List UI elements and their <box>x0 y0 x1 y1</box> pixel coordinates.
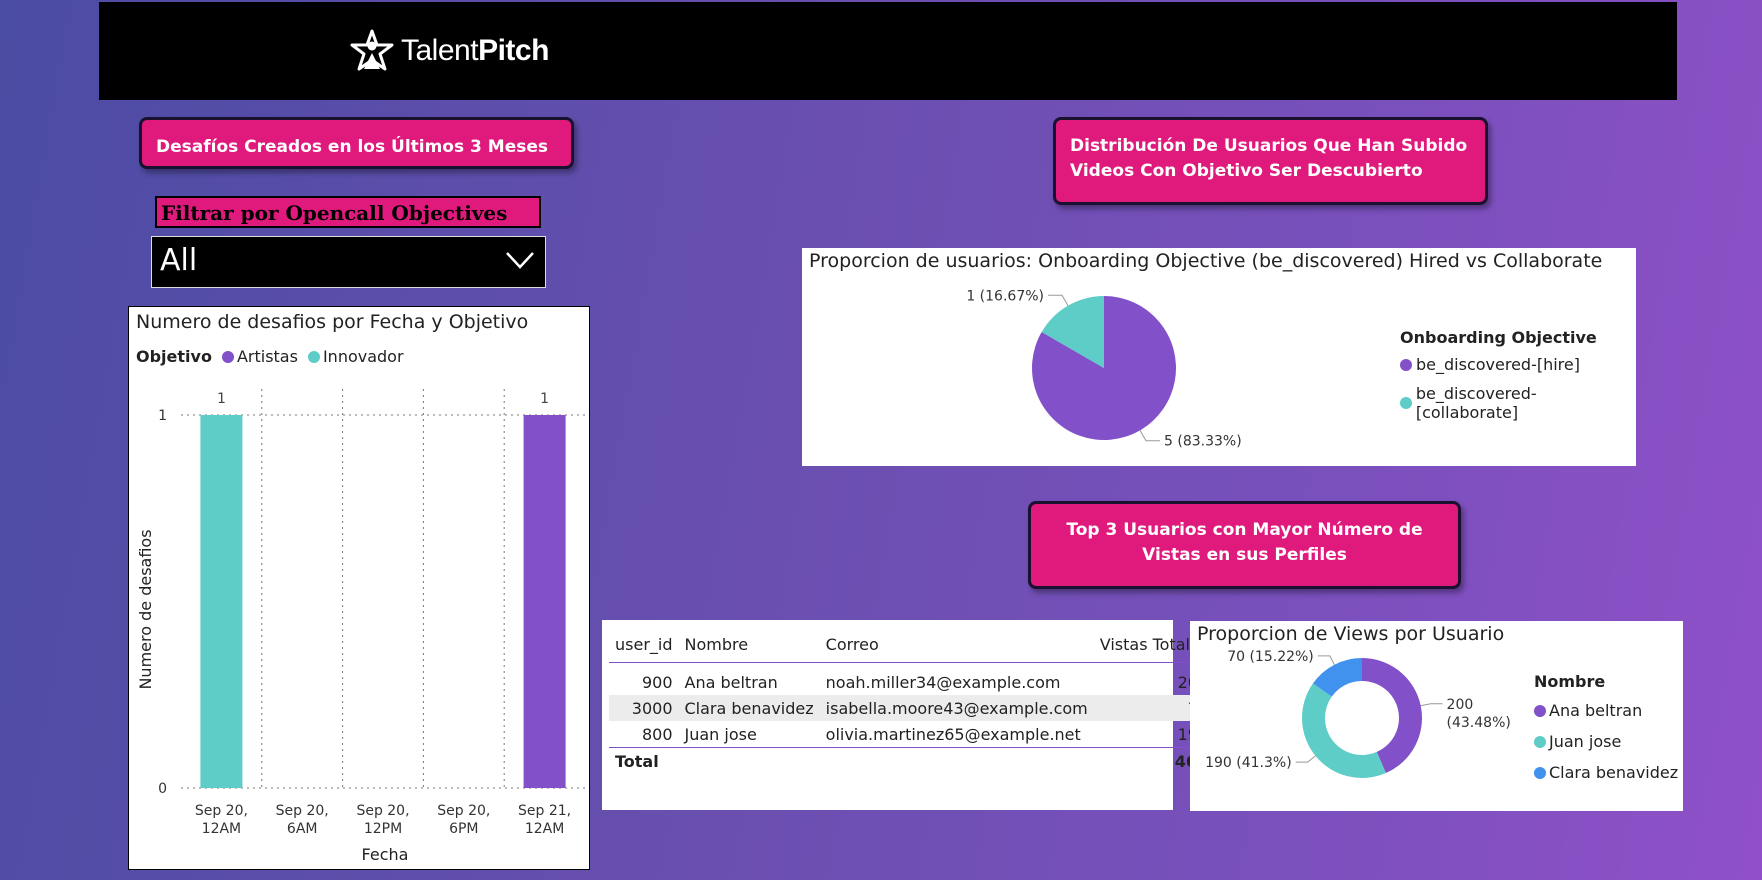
donut-legend-item: Clara benavidez <box>1534 757 1678 788</box>
chevron-down-icon <box>506 252 534 269</box>
cell-user-id: 800 <box>641 724 673 744</box>
x-tick-label: Sep 20, 6PM <box>437 803 490 837</box>
section-title-distribucion: Distribución De Usuarios Que Han Subido … <box>1053 117 1488 205</box>
brand-bold: Pitch <box>478 34 549 67</box>
legend-dot-collaborate <box>1400 397 1412 409</box>
section-title-top3: Top 3 Usuarios con Mayor Número de Vista… <box>1028 501 1461 589</box>
column-header-nombre[interactable]: Nombre <box>679 626 820 663</box>
pie-legend: Onboarding Objective be_discovered-[hire… <box>1400 328 1636 422</box>
x-axis-label: Fecha <box>362 845 409 864</box>
cell-correo: olivia.martinez65@example.net <box>825 724 1081 744</box>
top-users-table: user_id Nombre Correo Vistas Totales 900… <box>609 626 1215 775</box>
donut-leader-line <box>1295 755 1316 763</box>
column-header-correo[interactable]: Correo <box>820 626 1094 663</box>
cell-correo: isabella.moore43@example.com <box>825 698 1088 718</box>
x-tick-label: Sep 20, 12AM <box>195 803 248 837</box>
pie-leader-line <box>1139 430 1160 442</box>
donut-legend: Nombre Ana beltran Juan jose Clara benav… <box>1534 672 1678 788</box>
pie-legend-item: be_discovered-[hire] <box>1400 355 1636 374</box>
filter-label: Filtrar por Opencall Objectives <box>155 196 541 228</box>
legend-label-ana: Ana beltran <box>1549 701 1643 720</box>
cell-nombre: Juan jose <box>684 724 757 744</box>
cell-user-id: 900 <box>641 672 673 692</box>
donut-data-label: 70 (15.22%) <box>1227 649 1314 665</box>
donut-slice <box>1302 683 1386 778</box>
bar <box>523 415 566 788</box>
brand-light: Talent <box>401 34 479 67</box>
bar-data-label: 1 <box>540 391 549 407</box>
table-header-row: user_id Nombre Correo Vistas Totales <box>609 626 1215 663</box>
legend-label-juan: Juan jose <box>1549 732 1622 751</box>
donut-leader-line <box>1420 703 1443 707</box>
donut-legend-item: Juan jose <box>1534 726 1678 757</box>
pie-legend-item: be_discovered-[collaborate] <box>1400 384 1636 422</box>
pie-data-label: 1 (16.67%) <box>966 288 1044 304</box>
donut-legend-title: Nombre <box>1534 672 1606 691</box>
cell-nombre: Clara benavidez <box>684 698 814 718</box>
brand-name: TalentPitch <box>401 34 549 68</box>
x-tick-label: Sep 20, 12PM <box>356 803 409 837</box>
dropdown-value: All <box>160 243 198 278</box>
total-label: Total <box>615 751 659 771</box>
donut-chart-panel: Proporcion de Views por Usuario 200 (43.4… <box>1190 621 1683 811</box>
table-row[interactable]: 900 Ana beltran noah.miller34@example.co… <box>609 669 1214 695</box>
donut-data-label: 200 (43.48%) <box>1447 697 1511 731</box>
bar-chart-panel: Numero de desafios por Fecha y Objetivo … <box>128 306 590 870</box>
donut-leader-line <box>1317 655 1335 665</box>
legend-dot-hire <box>1400 358 1412 371</box>
cell-nombre: Ana beltran <box>684 672 778 692</box>
brand-logo: TalentPitch <box>349 26 549 76</box>
legend-dot-ana <box>1534 704 1546 717</box>
star-person-icon <box>350 29 394 71</box>
pie-leader-line <box>1048 294 1069 306</box>
legend-label-clara: Clara benavidez <box>1549 763 1679 782</box>
objective-dropdown[interactable]: All <box>151 236 546 288</box>
table-row[interactable]: 3000 Clara benavidez isabella.moore43@ex… <box>609 695 1215 721</box>
x-tick-label: Sep 21, 12AM <box>518 803 571 837</box>
cell-correo: noah.miller34@example.com <box>825 672 1061 692</box>
table-total-row: Total 460 <box>609 747 1215 775</box>
bar-data-label: 1 <box>217 391 226 407</box>
y-axis-label: Numero de desafios <box>136 529 155 689</box>
header-bar: TalentPitch <box>99 2 1677 100</box>
column-header-user-id[interactable]: user_id <box>609 626 679 663</box>
top-users-table-panel: user_id Nombre Correo Vistas Totales 900… <box>602 620 1215 810</box>
legend-dot-clara <box>1534 766 1546 779</box>
bar <box>200 415 243 788</box>
pie-chart-panel: Proporcion de usuarios: Onboarding Objec… <box>802 248 1636 466</box>
section-title-desafios: Desafíos Creados en los Últimos 3 Meses <box>139 117 574 169</box>
donut-data-label: 190 (41.3%) <box>1205 755 1292 771</box>
table-row[interactable]: 800 Juan jose olivia.martinez65@example.… <box>609 721 1214 748</box>
pie-data-label: 5 (83.33%) <box>1164 434 1242 450</box>
y-tick-label: 1 <box>158 408 167 424</box>
legend-label-collaborate: be_discovered-[collaborate] <box>1415 384 1537 422</box>
cell-user-id: 3000 <box>631 698 673 718</box>
legend-label-hire: be_discovered-[hire] <box>1416 355 1580 374</box>
x-tick-label: Sep 20, 6AM <box>276 803 329 837</box>
donut-legend-item: Ana beltran <box>1534 695 1678 726</box>
y-tick-label: 0 <box>158 781 167 797</box>
legend-dot-juan <box>1534 735 1546 748</box>
pie-legend-title: Onboarding Objective <box>1400 328 1597 347</box>
bar-chart-plot: 0 1 1 1 Sep 20, 12AM Sep 20, 6AM Sep 20, 12PM Sep … <box>136 389 585 864</box>
